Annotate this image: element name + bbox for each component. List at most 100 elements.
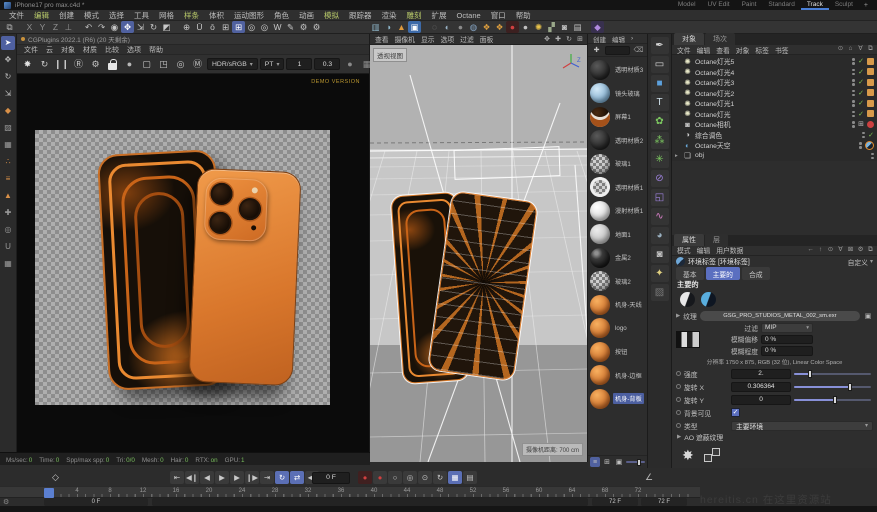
enabled-check-icon[interactable]: ✓	[858, 57, 864, 65]
rotate-tool-icon[interactable]: ↻	[147, 21, 160, 33]
material-item[interactable]: 机身-背板	[588, 387, 647, 411]
slider-knob[interactable]	[848, 383, 852, 391]
menu-Octane[interactable]: Octane	[452, 11, 486, 20]
octane-menu-云[interactable]: 云	[42, 45, 57, 55]
exposure-field[interactable]: 0.3	[314, 58, 340, 70]
param-value-field[interactable]: 0	[731, 395, 791, 405]
object-row[interactable]: ✺Octane灯光4✓	[672, 67, 877, 78]
render-region-icon[interactable]: ◑	[382, 21, 395, 33]
texture-file-field[interactable]: GSG_PRO_STUDIOS_METAL_002_sm.exr	[700, 311, 860, 321]
object-row[interactable]: ✺Octane灯光✓	[672, 109, 877, 120]
octane-menu-比较[interactable]: 比较	[101, 45, 123, 55]
sweep-icon[interactable]: ∿	[651, 208, 669, 225]
material-item[interactable]: 透明材质1	[588, 176, 647, 200]
object-menu-书签[interactable]: 书签	[772, 45, 792, 55]
tab-场次[interactable]: 场次	[705, 33, 735, 45]
ramp-icon[interactable]: ∠	[645, 472, 653, 483]
list-view-icon[interactable]: ≡	[590, 457, 600, 467]
workspace-tab-track[interactable]: Track	[801, 0, 829, 10]
slider-knob[interactable]	[637, 459, 641, 466]
new-workspace-button[interactable]: +	[859, 2, 873, 9]
attribute-menu-编辑[interactable]: 编辑	[694, 245, 714, 255]
octane-logo-icon[interactable]: ✸	[682, 447, 694, 464]
object-row[interactable]: ◐Octane天空	[672, 140, 877, 151]
region-render-icon-2[interactable]: ◳	[156, 57, 171, 72]
menu-角色[interactable]: 角色	[269, 10, 294, 21]
large-view-icon[interactable]: ▣	[614, 457, 624, 467]
viewport-layout-icon[interactable]: ⊞	[575, 34, 585, 44]
material-preview-sphere[interactable]	[590, 60, 610, 80]
camera-imager-icon[interactable]: ●	[342, 57, 357, 72]
menu-渲染[interactable]: 渲染	[377, 10, 402, 21]
filter-dropdown[interactable]: MIP	[761, 323, 813, 333]
param-slider[interactable]	[794, 369, 873, 379]
material-preview-sphere[interactable]	[590, 154, 610, 174]
lock-resolution-icon[interactable]	[105, 57, 120, 72]
octane-tag-icon[interactable]	[867, 68, 874, 75]
mograph-icon-2[interactable]: ❖	[493, 21, 506, 33]
cube-primitive-icon[interactable]: ■	[651, 75, 669, 92]
filter-icon[interactable]: ∀	[836, 246, 845, 255]
viewport-menu-查看[interactable]: 查看	[372, 34, 392, 44]
material-item[interactable]: 按钮	[588, 340, 647, 364]
samples-field[interactable]: 1	[286, 58, 312, 70]
display-mode-dropdown[interactable]: HDR/sRGB	[207, 58, 258, 70]
enabled-check-icon[interactable]: ✓	[858, 89, 864, 97]
material-preview-sphere[interactable]	[590, 271, 610, 291]
object-row[interactable]: ◙Octane相机⊞	[672, 119, 877, 130]
points-mode-icon[interactable]: ∴	[1, 155, 15, 169]
material-item[interactable]: 透明材质3	[588, 58, 647, 82]
octane-tag-icon[interactable]	[867, 89, 874, 96]
menu-动画[interactable]: 动画	[294, 10, 319, 21]
material-item[interactable]: 机身-边框	[588, 364, 647, 388]
enabled-check-icon[interactable]: ✓	[868, 131, 874, 139]
last-tool-icon[interactable]: ◩	[160, 21, 173, 33]
redo-icon[interactable]: ↷	[95, 21, 108, 33]
viewport-menu-面板[interactable]: 面板	[477, 34, 497, 44]
next-key-icon[interactable]: ❙▶	[245, 471, 259, 484]
protection-tag-icon[interactable]: ⊞	[858, 120, 864, 128]
active-camera-icon[interactable]	[867, 121, 874, 128]
octane-menu-对象[interactable]: 对象	[57, 45, 79, 55]
keyframe-pla-icon[interactable]: ▤	[463, 471, 477, 484]
material-preview-sphere[interactable]	[590, 201, 610, 221]
octane-menu-文件[interactable]: 文件	[20, 45, 42, 55]
visibility-dots-icon[interactable]	[852, 120, 855, 128]
param-value-field[interactable]: 2.	[731, 369, 791, 379]
keyframe-rotation-icon[interactable]: ↻	[433, 471, 447, 484]
ao-section-row[interactable]: ▶ AO 遮蔽纹理	[672, 431, 877, 442]
octane-viewer-header[interactable]: CGPlugins 2022.1 (R6) (20 天剩余)	[17, 34, 369, 44]
mograph-icon-1[interactable]: ❖	[480, 21, 493, 33]
gear-icon[interactable]: ⚙	[856, 246, 865, 255]
expand-arrow-icon[interactable]: ▸	[675, 153, 680, 159]
move-tool-icon[interactable]: ✥	[121, 21, 134, 33]
viewport-view-label[interactable]: 透视视图	[373, 48, 407, 62]
environment-tag-icon[interactable]	[865, 141, 874, 150]
material-item[interactable]: 透明材质2	[588, 129, 647, 153]
layout-window-icon[interactable]: ⧉	[3, 21, 16, 33]
octane-tag-icon[interactable]	[867, 58, 874, 65]
timeline-gear-icon[interactable]: ⚙	[3, 498, 9, 506]
display-icon[interactable]: ▤	[571, 21, 584, 33]
menu-扩展[interactable]: 扩展	[427, 10, 452, 21]
keyframe-parameter-icon[interactable]: ▦	[448, 471, 462, 484]
visibility-dots-icon[interactable]	[871, 152, 874, 160]
viewport-zoom-icon[interactable]: ✚	[553, 34, 563, 44]
viewport-menu-摄像机[interactable]: 摄像机	[392, 34, 418, 44]
filter-icon[interactable]: ∀	[856, 45, 865, 54]
menu-模拟[interactable]: 模拟	[319, 10, 344, 21]
menu-跟踪器[interactable]: 跟踪器	[344, 10, 377, 21]
cloner-icon[interactable]: ✿	[651, 113, 669, 130]
ping-pong-icon[interactable]: ⇄	[290, 471, 304, 484]
param-dropdown[interactable]: 主要环境	[731, 421, 873, 431]
menu-雕刻[interactable]: 雕刻	[402, 10, 427, 21]
axis-x-button[interactable]: X	[23, 21, 36, 33]
volume-icon[interactable]: ◕	[651, 227, 669, 244]
viewport-menu-过滤[interactable]: 过滤	[457, 34, 477, 44]
octane-logo-icon[interactable]: ✸	[20, 57, 35, 72]
back-arrow-icon[interactable]: ←	[806, 246, 815, 255]
add-material-button[interactable]: ✚	[590, 44, 603, 56]
spline-pen-icon[interactable]: ✒	[651, 37, 669, 54]
viewport-menu-显示[interactable]: 显示	[418, 34, 438, 44]
search-icon[interactable]: ⊙	[836, 45, 845, 54]
